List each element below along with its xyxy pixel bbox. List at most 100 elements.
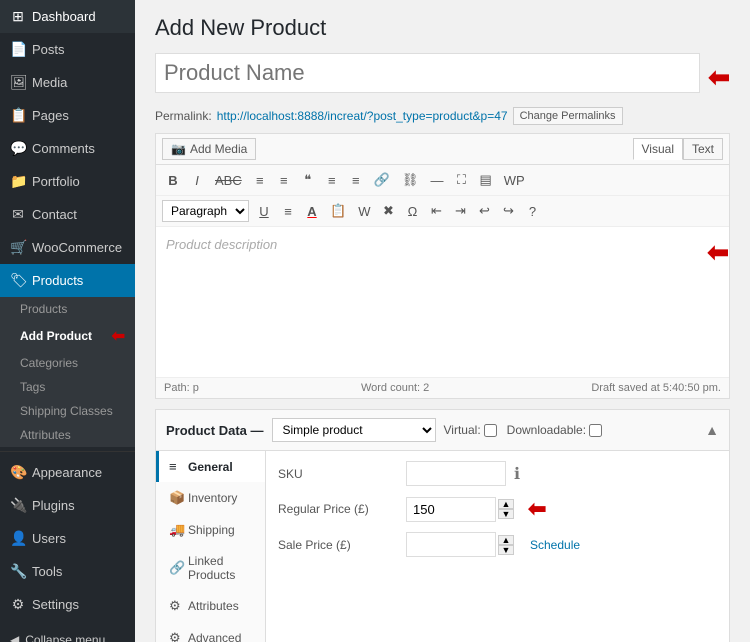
inventory-tab-icon: 📦 xyxy=(169,490,183,506)
collapse-menu-label: Collapse menu xyxy=(25,633,105,642)
text-color-button[interactable]: A xyxy=(301,201,323,222)
categories-label: Categories xyxy=(20,356,78,370)
product-name-input[interactable] xyxy=(155,53,700,93)
pd-tab-inventory[interactable]: 📦 Inventory xyxy=(156,482,265,514)
sidebar-item-products[interactable]: 🏷 Products xyxy=(0,264,135,297)
visual-text-tabs: Visual Text xyxy=(633,138,723,160)
change-permalinks-button[interactable]: Change Permalinks xyxy=(513,107,623,125)
sidebar-item-pages[interactable]: 📋 Pages xyxy=(0,99,135,132)
indent-button[interactable]: ⇥ xyxy=(449,200,471,222)
ordered-list-button[interactable]: ≡ xyxy=(273,170,295,191)
sku-label: SKU xyxy=(278,467,398,481)
clear-format-button[interactable]: ✖ xyxy=(377,200,399,222)
linked-products-tab-icon: 🔗 xyxy=(169,560,183,576)
visual-tab[interactable]: Visual xyxy=(633,138,683,160)
pd-tab-shipping[interactable]: 🚚 Shipping xyxy=(156,514,265,546)
sku-row: SKU ℹ xyxy=(278,461,717,486)
sidebar-item-settings[interactable]: ⚙ Settings xyxy=(0,588,135,621)
sidebar-item-portfolio[interactable]: 📁 Portfolio xyxy=(0,165,135,198)
help-button[interactable]: ? xyxy=(521,201,543,222)
align-center-button[interactable]: ≡ xyxy=(345,170,367,191)
virtual-checkbox[interactable] xyxy=(484,424,497,437)
products-submenu: Products Add Product ⬅ Categories Tags S… xyxy=(0,297,135,447)
blockquote-button[interactable]: ❝ xyxy=(297,169,319,191)
add-media-icon: 📷 xyxy=(171,142,186,156)
editor-body-row: Product description ⬅ xyxy=(156,227,729,377)
editor-body[interactable]: Product description xyxy=(156,227,701,377)
sku-help-icon[interactable]: ℹ xyxy=(514,464,520,484)
sidebar-subitem-add-product[interactable]: Add Product ⬅ xyxy=(0,321,135,351)
sidebar-label-plugins: Plugins xyxy=(32,498,75,513)
link-button[interactable]: 🔗 xyxy=(369,169,395,191)
product-data-panel: SKU ℹ Regular Price (£) ▲ ▼ ⬅ xyxy=(266,451,729,642)
sidebar-subitem-categories[interactable]: Categories xyxy=(0,351,135,375)
pd-tab-linked-products[interactable]: 🔗 Linked Products xyxy=(156,546,265,590)
sidebar-label-pages: Pages xyxy=(32,108,69,123)
downloadable-checkbox[interactable] xyxy=(589,424,602,437)
paste-text-button[interactable]: 📋 xyxy=(325,200,351,222)
comments-icon: 💬 xyxy=(10,140,26,157)
underline-button[interactable]: U xyxy=(253,201,275,222)
add-media-button[interactable]: 📷 Add Media xyxy=(162,138,256,160)
sidebar-item-tools[interactable]: 🔧 Tools xyxy=(0,555,135,588)
tools-icon: 🔧 xyxy=(10,563,26,580)
sidebar-item-woocommerce[interactable]: 🛒 WooCommerce xyxy=(0,231,135,264)
sale-price-down[interactable]: ▼ xyxy=(498,545,514,555)
permalink-url[interactable]: http://localhost:8888/increat/?post_type… xyxy=(217,109,508,123)
unordered-list-button[interactable]: ≡ xyxy=(249,170,271,191)
regular-price-up[interactable]: ▲ xyxy=(498,499,514,509)
undo-button[interactable]: ↩ xyxy=(473,200,495,222)
dashboard-icon: ⊞ xyxy=(10,8,26,25)
sale-price-up[interactable]: ▲ xyxy=(498,535,514,545)
product-type-select[interactable]: Simple product Grouped product External/… xyxy=(272,418,436,442)
paste-word-button[interactable]: W xyxy=(353,201,375,222)
media-icon: 🖼 xyxy=(10,74,26,91)
downloadable-label: Downloadable: xyxy=(507,423,602,437)
fullscreen-button[interactable]: ⛶ xyxy=(450,169,472,191)
special-char-button[interactable]: Ω xyxy=(401,201,423,222)
collapse-menu-item[interactable]: ◀ Collapse menu xyxy=(0,625,135,642)
regular-price-spinner: ▲ ▼ xyxy=(498,499,514,519)
product-data-collapse-button[interactable]: ▲ xyxy=(705,422,719,438)
sidebar-item-comments[interactable]: 💬 Comments xyxy=(0,132,135,165)
regular-price-down[interactable]: ▼ xyxy=(498,509,514,519)
sidebar-subitem-tags[interactable]: Tags xyxy=(0,375,135,399)
outdent-button[interactable]: ⇤ xyxy=(425,200,447,222)
sku-input[interactable] xyxy=(406,461,506,486)
sidebar-subitem-products-list[interactable]: Products xyxy=(0,297,135,321)
pd-tab-general[interactable]: ≡ General xyxy=(156,451,265,482)
italic-button[interactable]: I xyxy=(186,170,208,191)
sidebar-item-plugins[interactable]: 🔌 Plugins xyxy=(0,489,135,522)
wp-more-button[interactable]: WP xyxy=(499,170,530,191)
align-left-button[interactable]: ≡ xyxy=(321,170,343,191)
regular-price-input[interactable] xyxy=(406,497,496,522)
pd-tab-advanced[interactable]: ⚙ Advanced xyxy=(156,622,265,642)
sidebar-item-appearance[interactable]: 🎨 Appearance xyxy=(0,456,135,489)
schedule-link[interactable]: Schedule xyxy=(530,538,580,552)
toolbar-toggle-button[interactable]: ▤ xyxy=(474,169,496,191)
strikethrough-button[interactable]: ABC xyxy=(210,170,247,191)
text-tab[interactable]: Text xyxy=(683,138,723,160)
sale-price-input[interactable] xyxy=(406,532,496,557)
bold-button[interactable]: B xyxy=(162,170,184,191)
add-media-label: Add Media xyxy=(190,142,247,156)
pd-tab-attributes[interactable]: ⚙ Attributes xyxy=(156,590,265,622)
shipping-tab-label: Shipping xyxy=(188,523,235,537)
sidebar-item-posts[interactable]: 📄 Posts xyxy=(0,33,135,66)
sidebar-item-media[interactable]: 🖼 Media xyxy=(0,66,135,99)
regular-price-wrapper: ▲ ▼ xyxy=(406,497,514,522)
sidebar-item-users[interactable]: 👤 Users xyxy=(0,522,135,555)
redo-button[interactable]: ↪ xyxy=(497,200,519,222)
sidebar-subitem-attributes[interactable]: Attributes xyxy=(0,423,135,447)
sidebar-item-contact[interactable]: ✉ Contact xyxy=(0,198,135,231)
editor-placeholder: Product description xyxy=(166,237,277,252)
unlink-button[interactable]: ⛓ xyxy=(397,169,424,191)
advanced-tab-label: Advanced xyxy=(188,631,241,642)
justify-button[interactable]: ≡ xyxy=(277,201,299,222)
sidebar-label-woocommerce: WooCommerce xyxy=(32,240,122,255)
sidebar-subitem-shipping-classes[interactable]: Shipping Classes xyxy=(0,399,135,423)
sidebar-item-dashboard[interactable]: ⊞ Dashboard xyxy=(0,0,135,33)
insert-more-button[interactable]: — xyxy=(425,170,448,191)
product-data-header: Product Data — Simple product Grouped pr… xyxy=(156,410,729,451)
paragraph-select[interactable]: Paragraph xyxy=(162,200,249,222)
